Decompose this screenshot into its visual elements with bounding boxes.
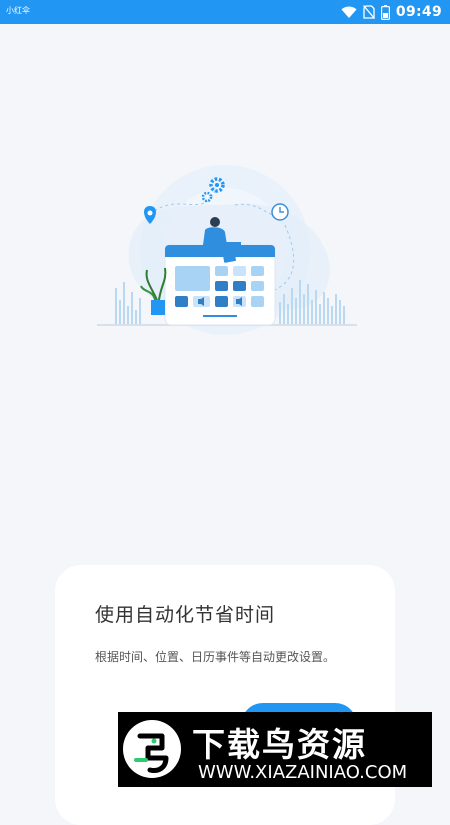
card-title: 使用自动化节省时间 bbox=[95, 604, 276, 626]
wifi-icon bbox=[341, 6, 357, 19]
status-time: 09:49 bbox=[395, 4, 442, 20]
watermark-banner: 下载鸟资源 WWW.XIAZAINIAO.COM bbox=[118, 712, 432, 787]
no-sim-icon bbox=[362, 5, 375, 19]
status-icons: 09:49 bbox=[341, 2, 442, 22]
status-bar: 小红伞 09:49 bbox=[0, 0, 450, 24]
watermark-url: WWW.XIAZAINIAO.COM bbox=[198, 762, 408, 783]
bird-logo-icon bbox=[122, 718, 182, 780]
calendar-automation-illustration bbox=[95, 160, 360, 335]
watermark-title: 下载鸟资源 bbox=[192, 725, 367, 764]
card-description: 根据时间、位置、日历事件等自动更改设置。 bbox=[95, 650, 336, 664]
battery-icon bbox=[380, 4, 390, 20]
status-app-name: 小红伞 bbox=[6, 6, 30, 15]
